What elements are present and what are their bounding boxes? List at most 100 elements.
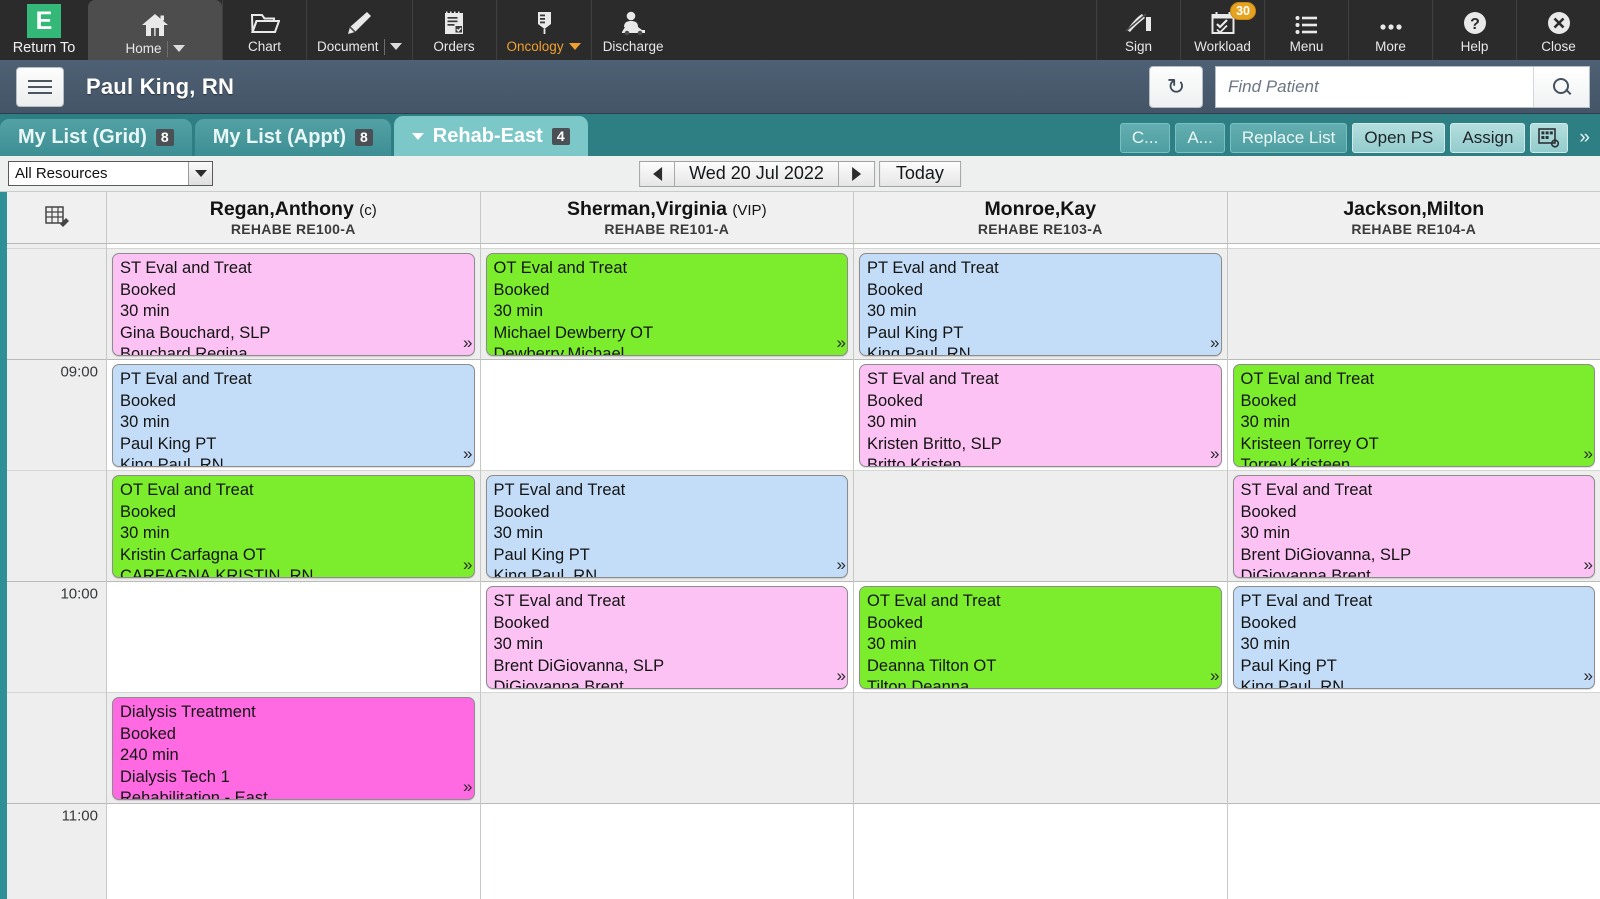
list-icon [1294,6,1320,36]
open-ps-button[interactable]: Open PS [1352,123,1446,153]
toolbar-item-home[interactable]: Home [88,0,222,60]
search-button[interactable] [1533,66,1589,107]
appointment-card[interactable]: OT Eval and Treat Booked 30 min Michael Dew… [485,253,848,356]
double-chevron-right-icon[interactable]: » [1210,667,1220,684]
toolbar-item-sign[interactable]: Sign [1096,0,1180,60]
slot-divider [7,470,106,471]
slot-divider [7,803,106,804]
appointment-line: ST Eval and Treat [1240,481,1373,499]
house-icon [140,8,170,38]
slot-cell[interactable] [480,693,853,803]
appointment-line: 30 min [1240,413,1291,431]
replace-list-button[interactable]: Replace List [1229,123,1348,153]
double-chevron-right-icon[interactable]: » [1584,667,1594,684]
double-chevron-right-icon[interactable]: » [1210,445,1220,462]
double-chevron-right-icon[interactable]: » [463,445,473,462]
double-chevron-right-icon[interactable]: » [837,667,847,684]
appointment-line: Tilton,Deanna [867,678,970,689]
toolbar-label-close: Close [1541,39,1576,54]
sign-pen-icon [1124,6,1154,36]
column-header-patient[interactable]: Regan,Anthony (c) REHABE RE100-A [107,192,481,243]
chevron-down-icon[interactable] [389,43,402,50]
tab-count-badge: 8 [355,129,373,146]
toolbar-label-more: More [1375,39,1406,54]
appointment-card[interactable]: PT Eval and Treat Booked 30 min Paul King P… [859,253,1222,356]
slot-divider [1227,470,1600,471]
appointment-card[interactable]: ST Eval and Treat Booked 30 min Gina Boucha… [112,253,475,356]
refresh-icon[interactable]: ↻ [1149,65,1203,108]
slot-cell[interactable] [1227,804,1600,899]
appointment-card[interactable]: OT Eval and Treat Booked 30 min Deanna Tilt… [859,586,1222,689]
toolbar-label-oncology: Oncology [507,39,581,54]
double-chevron-right-icon[interactable]: » [1584,445,1594,462]
today-button[interactable]: Today [878,160,961,187]
chevron-down-icon[interactable] [172,45,185,52]
column-header-patient[interactable]: Jackson,Milton REHABE RE104-A [1228,192,1600,243]
top-toolbar: E Return To Home Chart Document Orders O… [0,0,1600,60]
schedule-column[interactable]: ST Eval and Treat Booked 30 min Gina Boucha… [107,244,481,899]
appointment-card[interactable]: ST Eval and Treat Booked 30 min Brent DiGio… [1232,475,1595,578]
a-button[interactable]: A... [1175,123,1225,153]
clipboard-icon [441,6,467,36]
c-button[interactable]: C... [1119,123,1171,153]
toolbar-item-close[interactable]: Close [1516,0,1600,60]
toolbar-item-discharge[interactable]: Discharge [590,0,675,60]
double-chevron-right-icon[interactable]: » [463,556,473,573]
tab-rehab-east[interactable]: Rehab-East 4 [393,116,588,156]
search-input[interactable] [1216,66,1533,107]
appointment-card[interactable]: ST Eval and Treat Booked 30 min Kristen Bri… [859,364,1222,467]
grid-config-icon[interactable] [7,192,107,243]
slot-divider [480,581,853,582]
next-day-button[interactable] [838,160,875,187]
schedule-column[interactable]: PT Eval and Treat Booked 30 min Paul King P… [854,244,1228,899]
toolbar-item-more[interactable]: More [1348,0,1432,60]
appointment-card[interactable]: Dialysis Treatment Booked 240 min Dialysis … [112,697,475,800]
double-chevron-right-icon[interactable]: » [1584,556,1594,573]
toolbar-item-chart[interactable]: Chart [222,0,306,60]
appointment-card[interactable]: PT Eval and Treat Booked 30 min Paul King P… [112,364,475,467]
double-chevron-right-icon[interactable]: » [463,334,473,351]
previous-day-button[interactable] [639,160,676,187]
chevron-down-icon[interactable] [568,43,581,50]
grid-settings-icon[interactable] [1530,123,1569,153]
appointment-card[interactable]: ST Eval and Treat Booked 30 min Brent DiGio… [485,586,848,689]
slot-cell[interactable] [480,804,853,899]
double-chevron-right-icon[interactable]: » [837,556,847,573]
slot-cell[interactable] [1227,693,1600,803]
slot-cell[interactable] [107,582,480,692]
schedule-column[interactable]: OT Eval and Treat Booked 30 min Kristeen To… [1227,244,1600,899]
slot-cell[interactable] [480,360,853,470]
toolbar-item-orders[interactable]: Orders [411,0,496,60]
assign-button[interactable]: Assign [1450,123,1526,153]
chevron-down-icon[interactable] [188,162,212,185]
double-chevron-right-icon[interactable]: » [1210,334,1220,351]
tab-my-list-appt[interactable]: My List (Appt) 8 [194,119,391,156]
toolbar-item-menu[interactable]: Menu [1264,0,1348,60]
appointment-card[interactable]: OT Eval and Treat Booked 30 min Kristeen To… [1232,364,1595,467]
double-chevron-right-icon[interactable]: » [1573,127,1596,149]
toolbar-item-help[interactable]: ? Help [1432,0,1516,60]
double-chevron-right-icon[interactable]: » [837,334,847,351]
toolbar-item-document[interactable]: Document [306,0,412,60]
appointment-card[interactable]: OT Eval and Treat Booked 30 min Kristin Car… [112,475,475,578]
slot-cell[interactable] [107,804,480,899]
column-header-patient[interactable]: Monroe,Kay REHABE RE103-A [854,192,1228,243]
slot-cell[interactable] [854,693,1227,803]
column-header-patient[interactable]: Sherman,Virginia (VIP) REHABE RE101-A [481,192,854,243]
chevron-down-icon[interactable] [411,132,424,140]
toolbar-item-workload[interactable]: 30 Workload [1180,0,1264,60]
schedule-column[interactable]: OT Eval and Treat Booked 30 min Michael Dew… [480,244,854,899]
slot-cell[interactable] [854,804,1227,899]
current-date-label[interactable]: Wed 20 Jul 2022 [675,160,839,187]
tab-actions: C... A... Replace List Open PS Assign » [1119,123,1600,156]
return-to-button[interactable]: E Return To [0,0,88,60]
double-chevron-right-icon[interactable]: » [463,778,473,795]
tab-my-list-grid[interactable]: My List (Grid) 8 [0,119,192,156]
hamburger-icon[interactable] [16,66,64,107]
slot-cell[interactable] [854,471,1227,581]
appointment-card[interactable]: PT Eval and Treat Booked 30 min Paul King P… [1232,586,1595,689]
toolbar-item-oncology[interactable]: Oncology [495,0,591,60]
resource-filter-select[interactable]: All Resources [8,161,213,186]
slot-cell[interactable] [1227,249,1600,359]
appointment-card[interactable]: PT Eval and Treat Booked 30 min Paul King P… [485,475,848,578]
